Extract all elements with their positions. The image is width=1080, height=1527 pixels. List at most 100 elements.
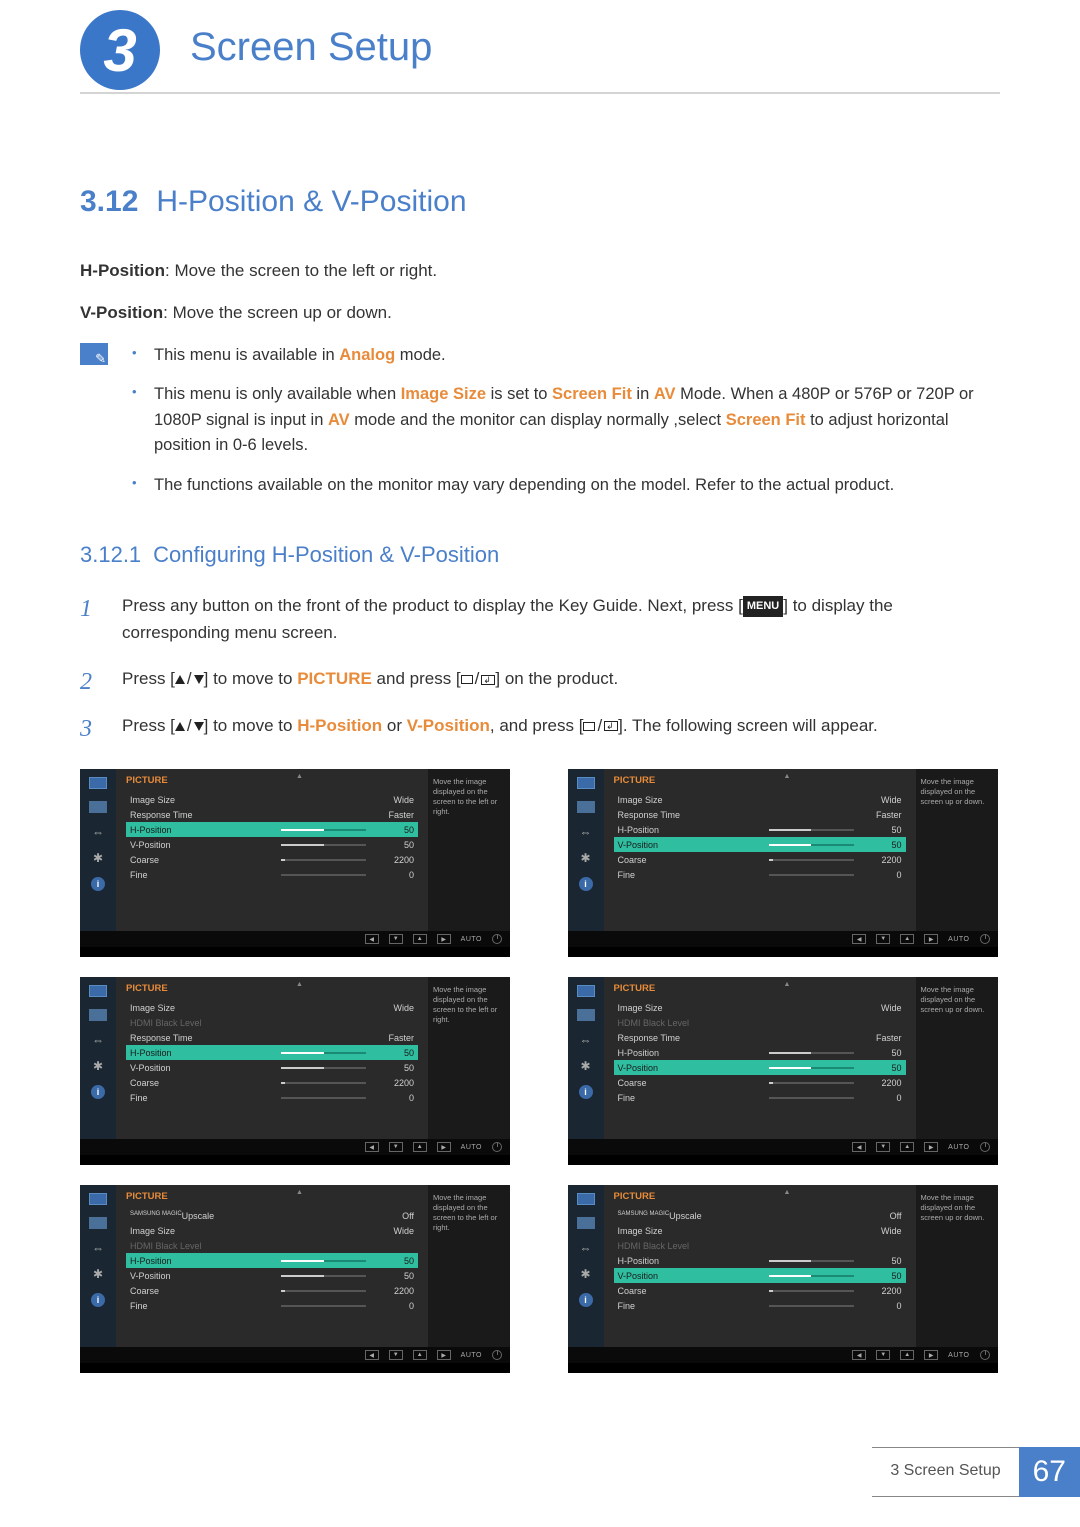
osd-row: V-Position50 — [126, 1268, 418, 1283]
osd-row: Response TimeFaster — [614, 1030, 906, 1045]
osd-title: PICTURE — [126, 775, 418, 786]
adjust-icon: ⇔ — [577, 825, 595, 839]
subsection-title: Configuring H-Position & V-Position — [153, 542, 499, 567]
osd-screenshot: ⇔ ✱ i PICTURE ▲ Image SizeWide HDMI Blac… — [568, 977, 998, 1165]
scroll-up-icon: ▲ — [784, 1189, 791, 1196]
osd-sidebar: ⇔ ✱ i — [80, 769, 116, 931]
monitor-icon — [577, 777, 595, 789]
osd-row: Image SizeWide — [614, 792, 906, 807]
osd-row: H-Position50 — [614, 1045, 906, 1060]
osd-screenshot-grid: ⇔ ✱ i PICTURE ▲ Image SizeWide Response … — [80, 769, 1000, 1373]
osd-row: Coarse2200 — [126, 1075, 418, 1090]
osd-sidebar: ⇔ ✱ i — [80, 1185, 116, 1347]
osd-row: Fine0 — [614, 1090, 906, 1105]
gear-icon: ✱ — [577, 851, 595, 865]
adjust-icon: ⇔ — [89, 1241, 107, 1255]
left-key-icon: ◀ — [365, 1142, 379, 1152]
osd-screenshot: ⇔ ✱ i PICTURE ▲ SAMSUNG MAGICUpscaleOff … — [80, 1185, 510, 1373]
osd-row: Coarse2200 — [126, 1283, 418, 1298]
scroll-up-icon: ▲ — [296, 981, 303, 988]
info-icon: i — [91, 877, 105, 891]
osd-row: Image SizeWide — [126, 1000, 418, 1015]
header-divider — [80, 92, 1000, 94]
adjust-icon: ⇔ — [577, 1033, 595, 1047]
left-key-icon: ◀ — [365, 934, 379, 944]
osd-row: Image SizeWide — [614, 1000, 906, 1015]
osd-tooltip: Move the image displayed on the screen u… — [916, 977, 998, 1139]
auto-label: AUTO — [948, 936, 969, 943]
osd-row: Coarse2200 — [614, 1075, 906, 1090]
step-number: 2 — [80, 664, 92, 701]
enter-key-icon: / — [583, 713, 618, 739]
step-number: 1 — [80, 591, 92, 628]
adjust-icon: ⇔ — [89, 825, 107, 839]
left-key-icon: ◀ — [852, 934, 866, 944]
down-key-icon: ▼ — [876, 1142, 890, 1152]
left-key-icon: ◀ — [852, 1142, 866, 1152]
note-block: This menu is available in Analog mode. T… — [80, 343, 1000, 513]
menu-key-icon: MENU — [743, 596, 783, 617]
down-key-icon: ▼ — [389, 1350, 403, 1360]
info-icon: i — [579, 877, 593, 891]
right-key-icon: ▶ — [437, 1350, 451, 1360]
monitor-icon — [577, 985, 595, 997]
osd-row: Coarse2200 — [126, 852, 418, 867]
osd-main-panel: PICTURE ▲ Image SizeWide Response TimeFa… — [116, 769, 428, 931]
section-heading: 3.12H-Position & V-Position — [80, 185, 1000, 219]
osd-row: Fine0 — [614, 867, 906, 882]
osd-footer-bar: ◀ ▼ ▲ ▶ AUTO — [568, 1139, 998, 1155]
adjust-icon: ⇔ — [89, 1033, 107, 1047]
gear-icon: ✱ — [89, 851, 107, 865]
step-item: 1 Press any button on the front of the p… — [80, 593, 1000, 646]
osd-row: SAMSUNG MAGICUpscaleOff — [614, 1208, 906, 1223]
right-key-icon: ▶ — [924, 934, 938, 944]
picture-icon — [577, 801, 595, 813]
gear-icon: ✱ — [89, 1059, 107, 1073]
osd-row-selected: H-Position50 — [126, 1045, 418, 1060]
power-icon — [492, 1350, 502, 1360]
left-key-icon: ◀ — [365, 1350, 379, 1360]
gear-icon: ✱ — [577, 1059, 595, 1073]
up-down-key-icon: / — [175, 666, 204, 692]
page-footer: 3 Screen Setup 67 — [872, 1447, 1080, 1497]
osd-main-panel: PICTURE ▲ Image SizeWide HDMI Black Leve… — [604, 977, 916, 1139]
step-item: 2 Press [ / ] to move to PICTURE and pre… — [80, 666, 1000, 693]
osd-tooltip: Move the image displayed on the screen t… — [428, 1185, 510, 1347]
up-key-icon: ▲ — [900, 1142, 914, 1152]
down-key-icon: ▼ — [876, 1350, 890, 1360]
osd-footer-bar: ◀ ▼ ▲ ▶ AUTO — [80, 1347, 510, 1363]
osd-sidebar: ⇔ ✱ i — [568, 977, 604, 1139]
osd-row-disabled: HDMI Black Level — [126, 1238, 418, 1253]
power-icon — [492, 1142, 502, 1152]
auto-label: AUTO — [948, 1352, 969, 1359]
osd-row-selected: H-Position50 — [126, 822, 418, 837]
up-key-icon: ▲ — [413, 1142, 427, 1152]
power-icon — [980, 1142, 990, 1152]
section-number: 3.12 — [80, 185, 138, 218]
osd-row: Image SizeWide — [614, 1223, 906, 1238]
right-key-icon: ▶ — [924, 1350, 938, 1360]
up-key-icon: ▲ — [900, 1350, 914, 1360]
osd-title: PICTURE — [126, 1191, 418, 1202]
osd-row: V-Position50 — [126, 1060, 418, 1075]
right-key-icon: ▶ — [437, 1142, 451, 1152]
auto-label: AUTO — [461, 1352, 482, 1359]
osd-row: Coarse2200 — [614, 852, 906, 867]
monitor-icon — [89, 985, 107, 997]
enter-key-icon: / — [461, 666, 496, 692]
scroll-up-icon: ▲ — [784, 773, 791, 780]
osd-sidebar: ⇔ ✱ i — [80, 977, 116, 1139]
power-icon — [492, 934, 502, 944]
v-position-desc: V-Position: Move the screen up or down. — [80, 301, 1000, 325]
osd-main-panel: PICTURE ▲ SAMSUNG MAGICUpscaleOff Image … — [604, 1185, 916, 1347]
osd-footer-bar: ◀ ▼ ▲ ▶ AUTO — [80, 931, 510, 947]
osd-tooltip: Move the image displayed on the screen u… — [916, 1185, 998, 1347]
osd-row: H-Position50 — [614, 1253, 906, 1268]
osd-row: Fine0 — [126, 867, 418, 882]
osd-row: Response TimeFaster — [614, 807, 906, 822]
right-key-icon: ▶ — [924, 1142, 938, 1152]
osd-footer-bar: ◀ ▼ ▲ ▶ AUTO — [568, 931, 998, 947]
osd-tooltip: Move the image displayed on the screen t… — [428, 977, 510, 1139]
osd-row-selected: H-Position50 — [126, 1253, 418, 1268]
osd-row: Fine0 — [126, 1090, 418, 1105]
